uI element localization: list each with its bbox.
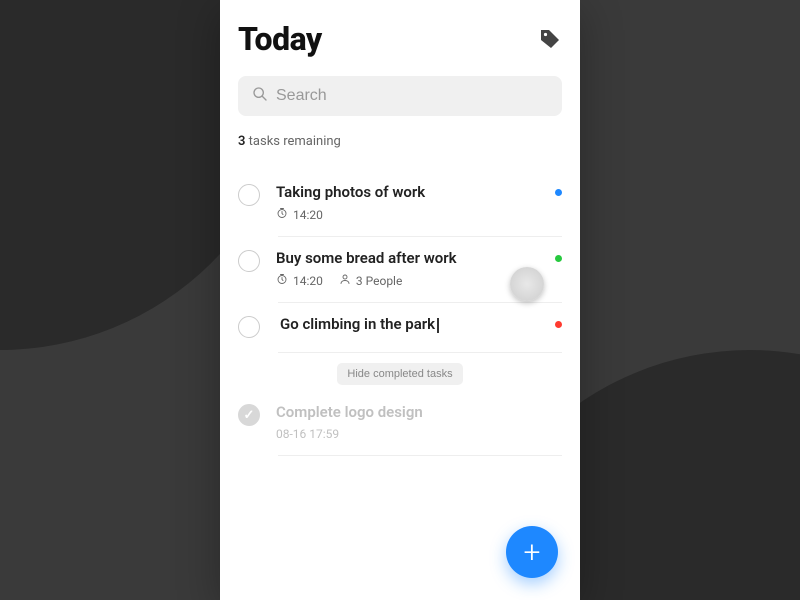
clock-icon: [276, 207, 288, 222]
tasks-remaining: 3 tasks remaining: [238, 134, 562, 149]
clock-icon: [276, 273, 288, 288]
task-row[interactable]: Taking photos of work 14:20: [238, 171, 562, 236]
task-time: 14:20: [276, 273, 323, 288]
person-icon: [339, 273, 351, 288]
task-checkbox[interactable]: [238, 316, 260, 338]
task-time-value: 14:20: [293, 274, 323, 288]
task-people-value: 3 People: [356, 274, 402, 288]
task-title: Complete logo design: [276, 403, 562, 421]
task-row[interactable]: Go climbing in the park: [238, 303, 562, 352]
tag-icon[interactable]: [538, 27, 562, 51]
task-checkbox[interactable]: [238, 404, 260, 426]
search-icon: [252, 86, 276, 106]
task-body: Complete logo design 08-16 17:59: [276, 403, 562, 441]
task-time-value: 08-16 17:59: [276, 427, 339, 441]
task-checkbox[interactable]: [238, 250, 260, 272]
task-time: 14:20: [276, 207, 323, 222]
task-title[interactable]: Go climbing in the park: [276, 315, 562, 333]
task-meta: 14:20 3 People: [276, 273, 562, 288]
task-body: Buy some bread after work 14:20 3 People: [276, 249, 562, 288]
task-row[interactable]: Buy some bread after work 14:20 3 People: [238, 237, 562, 302]
task-time: 08-16 17:59: [276, 427, 339, 441]
task-body: Taking photos of work 14:20: [276, 183, 562, 222]
task-title: Buy some bread after work: [276, 249, 562, 267]
hide-completed-row: Hide completed tasks: [238, 353, 562, 391]
add-task-button[interactable]: +: [506, 526, 558, 578]
task-meta: 14:20: [276, 207, 562, 222]
page-title: Today: [238, 20, 322, 58]
search-input[interactable]: [276, 87, 548, 105]
plus-icon: +: [524, 535, 541, 570]
task-time-value: 14:20: [293, 208, 323, 222]
task-title: Taking photos of work: [276, 183, 562, 201]
search-box[interactable]: [238, 76, 562, 116]
task-row[interactable]: Complete logo design 08-16 17:59: [238, 391, 562, 455]
hide-completed-button[interactable]: Hide completed tasks: [337, 363, 462, 385]
task-tag-dot: [555, 255, 562, 262]
task-checkbox[interactable]: [238, 184, 260, 206]
task-meta: 08-16 17:59: [276, 427, 562, 441]
tasks-remaining-label: tasks remaining: [245, 134, 340, 149]
task-people: 3 People: [339, 273, 402, 288]
divider: [278, 455, 562, 456]
task-body: Go climbing in the park: [276, 315, 562, 335]
phone-frame: Today 3 tasks remaining Taking photos of…: [220, 0, 580, 600]
header: Today: [238, 20, 562, 58]
task-tag-dot: [555, 321, 562, 328]
task-tag-dot: [555, 189, 562, 196]
